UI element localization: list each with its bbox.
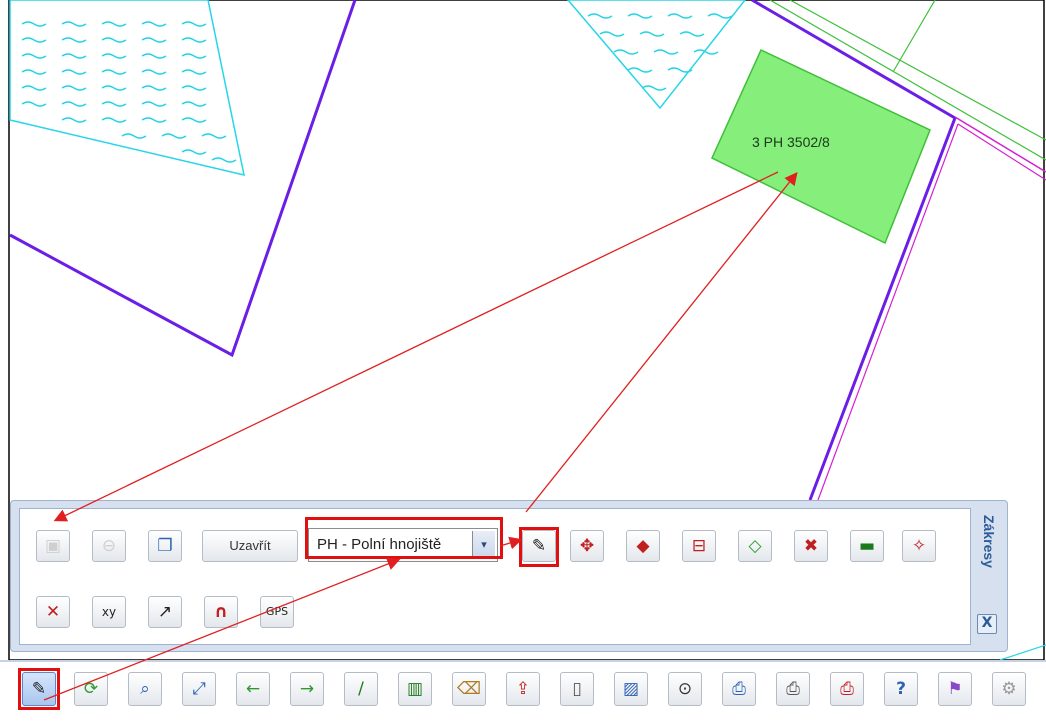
panel-toolbar: ▣ ⊖ ❐ Uzavřít PH - Polní hnojiště ▾ ✎ ✥ … xyxy=(19,508,971,645)
close-icon[interactable]: X xyxy=(977,614,997,634)
print-preview-icon[interactable]: ⎙ xyxy=(776,672,810,706)
print-pdf-icon[interactable]: ⎙ xyxy=(830,672,864,706)
flag-icon[interactable]: ⚑ xyxy=(938,672,972,706)
search-binoculars-icon[interactable]: ⊙ xyxy=(668,672,702,706)
polygon-outline-icon[interactable]: ◇ xyxy=(738,530,772,562)
bottom-toolbar: ✎ ⟳ ⌕ ⤢ ← → / ▥ ⌫ ⇪ ▯ ▨ ⊙ ⎙ ⎙ ⎙ ? ⚑ ⚙ xyxy=(0,660,1046,724)
water-area-top xyxy=(567,0,746,110)
drawing-tool-icon[interactable]: ✎ xyxy=(22,672,56,706)
split-icon[interactable]: ⊟ xyxy=(682,530,716,562)
print-icon[interactable]: ⎙ xyxy=(722,672,756,706)
arrow-line-icon[interactable]: ↗ xyxy=(148,596,182,628)
fill-green-icon[interactable]: ▬ xyxy=(850,530,884,562)
zakresy-panel: ▣ ⊖ ❐ Uzavřít PH - Polní hnojiště ▾ ✎ ✥ … xyxy=(10,500,1008,652)
mobile-icon[interactable]: ▯ xyxy=(560,672,594,706)
zoom-window-icon[interactable]: ⌕ xyxy=(128,672,162,706)
layer-select[interactable]: PH - Polní hnojiště ▾ xyxy=(308,528,498,562)
draw-polygon-icon[interactable]: ✎ xyxy=(522,530,556,562)
measure-line-icon[interactable]: / xyxy=(344,672,378,706)
xy-coordinates-icon[interactable]: xy xyxy=(92,596,126,628)
zoom-extent-icon[interactable]: ⤢ xyxy=(182,672,216,706)
chevron-down-icon[interactable]: ▾ xyxy=(472,531,495,559)
parcel-label: 3 PH 3502/8 xyxy=(752,134,830,150)
export-icon[interactable]: ⇪ xyxy=(506,672,540,706)
refresh-icon[interactable]: ⟳ xyxy=(74,672,108,706)
delete-polygon-icon[interactable]: ✖ xyxy=(794,530,828,562)
road-line-3 xyxy=(892,0,936,73)
measure-area-icon[interactable]: ▥ xyxy=(398,672,432,706)
polygon-hatch-icon[interactable]: ◆ xyxy=(626,530,660,562)
no-entry-icon[interactable]: ⊖ xyxy=(92,530,126,562)
magenta-line-1 xyxy=(954,116,1046,173)
back-icon[interactable]: ← xyxy=(236,672,270,706)
panel-title: Zákresy xyxy=(981,515,997,568)
edit-vertices-icon[interactable]: ✥ xyxy=(570,530,604,562)
water-area-left xyxy=(9,0,245,176)
close-button[interactable]: Uzavřít xyxy=(202,530,298,562)
move-vertex-icon[interactable]: ✧ xyxy=(902,530,936,562)
clear-icon[interactable]: ⌫ xyxy=(452,672,486,706)
settings-gear-icon[interactable]: ⚙ xyxy=(992,672,1026,706)
image-icon[interactable]: ▨ xyxy=(614,672,648,706)
layer-select-value: PH - Polní hnojiště xyxy=(317,536,442,553)
save-icon[interactable]: ▣ xyxy=(36,530,70,562)
forward-icon[interactable]: → xyxy=(290,672,324,706)
delete-vertex-icon[interactable]: ✕ xyxy=(36,596,70,628)
help-icon[interactable]: ? xyxy=(884,672,918,706)
magnet-snap-icon[interactable]: ∩ xyxy=(204,596,238,628)
windows-icon[interactable]: ❐ xyxy=(148,530,182,562)
gps-icon[interactable]: GPS xyxy=(260,596,294,628)
